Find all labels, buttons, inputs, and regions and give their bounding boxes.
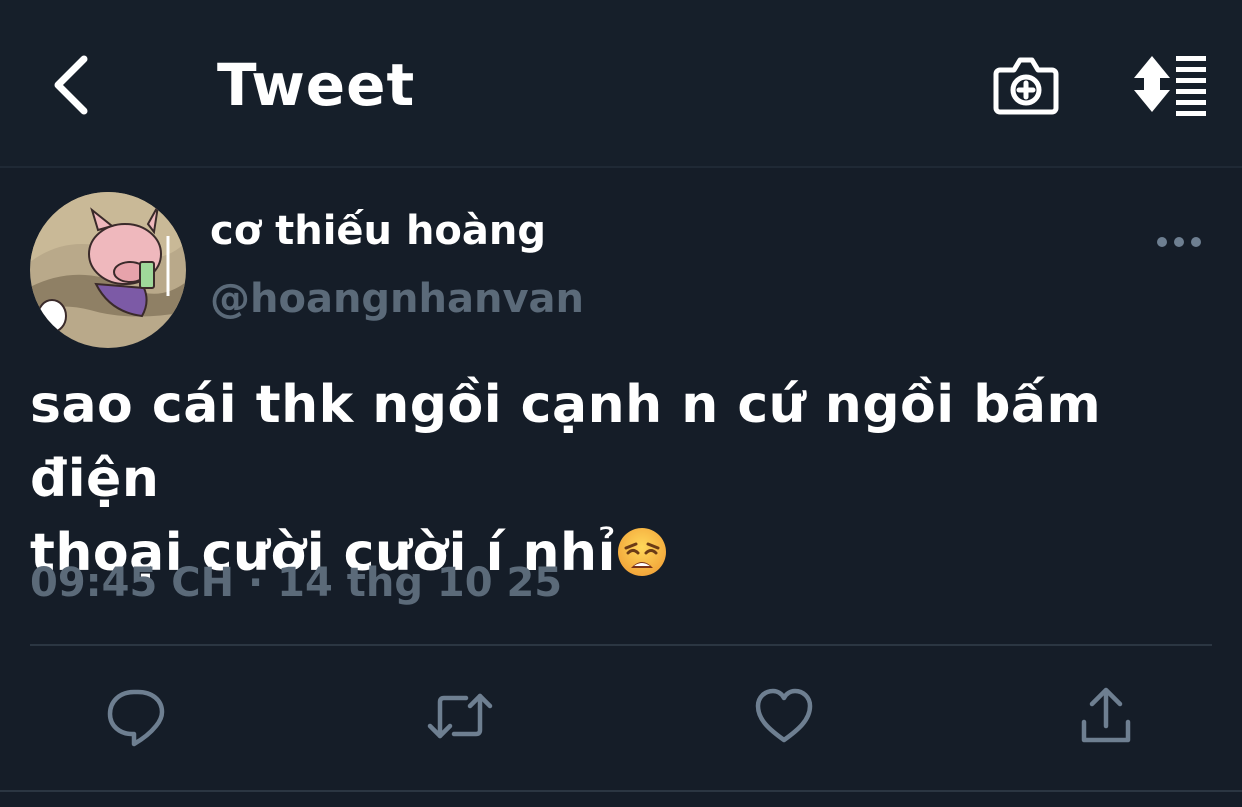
tweet-detail: cơ thiếu hoàng @hoangnhanvan sao cái thk…	[0, 168, 1242, 788]
avatar-image	[30, 192, 186, 348]
user-handle[interactable]: @hoangnhanvan	[210, 274, 584, 324]
share-icon	[1081, 687, 1131, 743]
camera-plus-icon	[993, 57, 1059, 115]
like-button[interactable]	[752, 684, 816, 748]
bottom-divider	[0, 790, 1242, 792]
display-name[interactable]: cơ thiếu hoàng	[210, 206, 546, 256]
tweet-timestamp: 09:45 CH · 14 thg 10 25	[30, 560, 563, 606]
header-bar: Tweet	[0, 0, 1242, 168]
sort-list-icon	[1134, 56, 1206, 116]
share-button[interactable]	[1074, 684, 1138, 748]
page-title: Tweet	[217, 51, 416, 119]
heart-icon	[755, 688, 813, 743]
comment-icon	[107, 689, 165, 747]
camera-button[interactable]	[992, 52, 1060, 118]
divider	[30, 644, 1212, 646]
tweet-text: sao cái thk ngồi cạnh n cứ ngồi bấm điện…	[30, 368, 1210, 590]
sort-button[interactable]	[1130, 52, 1210, 116]
chevron-left-icon	[54, 55, 88, 115]
avatar[interactable]	[30, 192, 186, 348]
retweet-icon	[427, 693, 493, 739]
retweet-button[interactable]	[426, 684, 493, 748]
more-horizontal-icon	[1157, 237, 1201, 247]
more-options-button[interactable]	[1150, 224, 1208, 260]
back-button[interactable]	[40, 50, 100, 120]
tweet-text-line-1: sao cái thk ngồi cạnh n cứ ngồi bấm điện	[30, 375, 1102, 509]
weary-face-emoji	[617, 528, 666, 576]
reply-button[interactable]	[104, 684, 168, 748]
